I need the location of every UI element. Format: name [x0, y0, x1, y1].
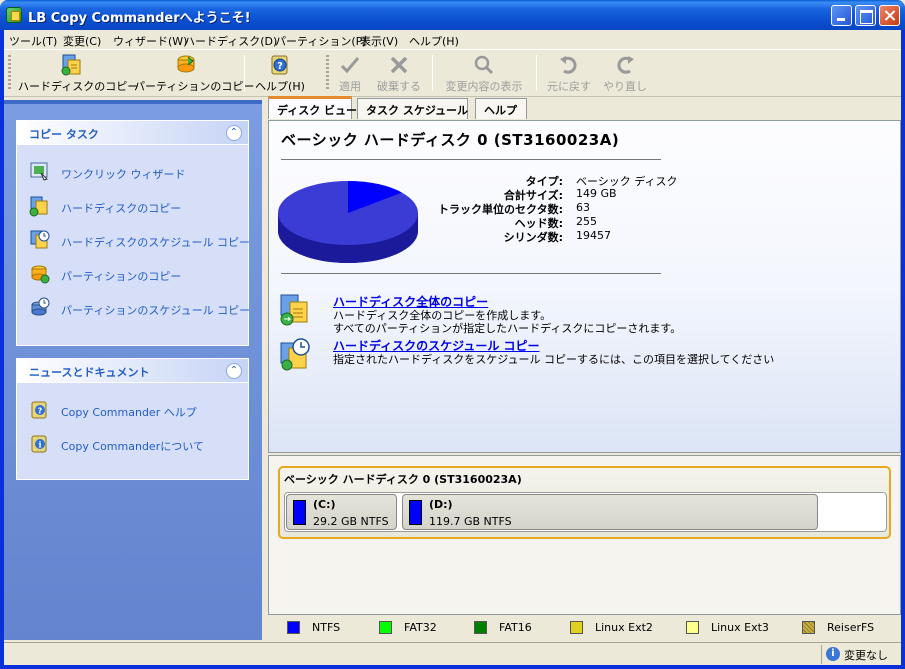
- app-icon[interactable]: [6, 7, 22, 23]
- close-button[interactable]: [879, 5, 900, 26]
- news-docs-header[interactable]: ニュースとドキュメント ⌃: [17, 359, 248, 383]
- prop-heads: ヘッド数: 255: [514, 215, 597, 230]
- toolbar-separator: [536, 55, 537, 91]
- copy-disk-button[interactable]: ハードディスクのコピー: [18, 53, 138, 93]
- svg-text:i: i: [38, 440, 41, 450]
- menu-view[interactable]: 表示(V): [360, 33, 398, 49]
- x-icon: [390, 56, 408, 74]
- disk-copy-icon: [280, 294, 308, 326]
- disk-map-selected[interactable]: ベーシック ハードディスク 0 (ST3160023A) (C:) 29.2 G…: [278, 466, 891, 539]
- partition-c[interactable]: (C:) 29.2 GB NTFS: [286, 494, 397, 530]
- help-icon: ?: [271, 55, 288, 75]
- magnifier-icon: [474, 55, 494, 75]
- disk-map-area: ベーシック ハードディスク 0 (ST3160023A) (C:) 29.2 G…: [268, 455, 901, 615]
- schedule-disk-icon: [30, 230, 50, 249]
- disk-view-panel: ベーシック ハードディスク 0 (ST3160023A) タイプ: ベーシック デ…: [268, 120, 901, 453]
- tab-task-schedule[interactable]: タスク スケジュール: [357, 98, 468, 119]
- divider: [281, 159, 661, 160]
- collapse-icon[interactable]: ⌃: [226, 363, 242, 379]
- toolbar-grip[interactable]: [8, 55, 11, 91]
- disk-map-track: (C:) 29.2 GB NTFS (D:) 119.7 GB NTFS: [284, 492, 887, 532]
- view-changes-button[interactable]: 変更内容の表示: [442, 53, 526, 93]
- undo-button[interactable]: 元に戻す: [546, 53, 592, 93]
- help-button[interactable]: ? ヘルプ(H): [254, 53, 306, 93]
- undo-icon: [560, 56, 577, 74]
- partition-copy-icon: [31, 265, 50, 284]
- tab-help[interactable]: ヘルプ: [475, 98, 527, 119]
- prop-total-size: 合計サイズ: 149 GB: [503, 187, 617, 202]
- status-text: 変更なし: [844, 649, 888, 662]
- redo-icon: [617, 56, 634, 74]
- collapse-icon[interactable]: ⌃: [226, 125, 242, 141]
- menu-wizard[interactable]: ウィザード(W): [113, 33, 187, 49]
- client-area: ツール(T) 変更(C) ウィザード(W) ハードディスク(D) パーティション…: [4, 30, 901, 665]
- svg-text:?: ?: [38, 407, 43, 416]
- menu-harddisk[interactable]: ハードディスク(D): [184, 33, 277, 49]
- menu-change[interactable]: 変更(C): [63, 33, 101, 49]
- menu-bar: ツール(T) 変更(C) ウィザード(W) ハードディスク(D) パーティション…: [4, 30, 901, 50]
- action-schedule-disk-copy: ハードディスクのスケジュール コピー 指定されたハードディスクをスケジュール コ…: [279, 337, 859, 377]
- disk-title: ベーシック ハードディスク 0 (ST3160023A): [281, 131, 620, 149]
- partition-copy-icon: [177, 55, 195, 73]
- disk-copy-icon: [61, 54, 81, 76]
- copy-tasks-header[interactable]: コピー タスク ⌃: [17, 121, 248, 145]
- action-copy-entire-disk: ハードディスク全体のコピー ハードディスク全体のコピーを作成します。 すべてのパ…: [279, 293, 859, 335]
- app-window: LB Copy Commanderへようこそ! ツール(T) 変更(C) ウィザ…: [0, 0, 905, 669]
- disk-usage-pie: [278, 181, 418, 263]
- task-pane: コピー タスク ⌃ ワンクリック ウィザード ハードディスクのコピー ハードディ…: [4, 100, 262, 640]
- svg-text:?: ?: [277, 61, 283, 72]
- partition-d[interactable]: (D:) 119.7 GB NTFS: [402, 494, 818, 530]
- status-cell: i 変更なし: [821, 645, 901, 664]
- menu-help[interactable]: ヘルプ(H): [409, 33, 459, 49]
- toolbar-separator: [432, 55, 433, 91]
- schedule-partition-icon: [31, 297, 50, 316]
- menu-tools[interactable]: ツール(T): [9, 33, 57, 49]
- discard-button[interactable]: 破棄する: [375, 53, 423, 93]
- disk-copy-icon: [29, 196, 48, 217]
- about-icon: i: [31, 435, 47, 453]
- toolbar-separator: [244, 55, 245, 91]
- copy-partition-button[interactable]: パーティションのコピー: [134, 53, 254, 93]
- disk-properties: タイプ: ベーシック ディスク 合計サイズ: 149 GB トラック単位のセクタ数:…: [421, 173, 721, 244]
- maximize-button[interactable]: [855, 5, 876, 26]
- divider: [281, 273, 661, 274]
- help-book-icon: ?: [31, 401, 47, 419]
- checkmark-icon: [340, 57, 360, 74]
- prop-sectors-per-track: トラック単位のセクタ数: 63: [438, 201, 590, 216]
- info-icon: i: [826, 647, 840, 661]
- wizard-icon: [30, 162, 48, 181]
- minimize-button[interactable]: [831, 5, 852, 26]
- copy-tasks-panel: コピー タスク ⌃ ワンクリック ウィザード ハードディスクのコピー ハードディ…: [16, 120, 250, 346]
- status-bar: i 変更なし: [4, 642, 901, 665]
- title-bar[interactable]: LB Copy Commanderへようこそ!: [0, 0, 905, 30]
- redo-button[interactable]: やり直し: [602, 53, 648, 93]
- tab-disk-view[interactable]: ディスク ビュー: [268, 96, 357, 119]
- news-docs-panel: ニュースとドキュメント ⌃ ? Copy Commander ヘルプ i Cop…: [16, 358, 249, 480]
- filesystem-legend: NTFS FAT32 FAT16 Linux Ext2 Linux Ext3 R…: [268, 615, 901, 640]
- ntfs-swatch: [293, 500, 306, 525]
- apply-button[interactable]: 適用: [335, 53, 365, 93]
- window-title: LB Copy Commanderへようこそ!: [28, 11, 251, 26]
- ntfs-swatch: [409, 500, 422, 525]
- toolbar: ハードディスクのコピー パーティションのコピー ? ヘルプ(H) 適用 破棄する: [4, 51, 901, 97]
- disk-map-title: ベーシック ハードディスク 0 (ST3160023A): [284, 473, 522, 486]
- prop-cylinders: シリンダ数: 19457: [503, 229, 611, 244]
- toolbar-grip[interactable]: [326, 55, 329, 91]
- prop-type: タイプ: ベーシック ディスク: [525, 175, 678, 188]
- schedule-disk-icon: [280, 338, 310, 371]
- menu-partition[interactable]: パーティション(P): [275, 33, 367, 49]
